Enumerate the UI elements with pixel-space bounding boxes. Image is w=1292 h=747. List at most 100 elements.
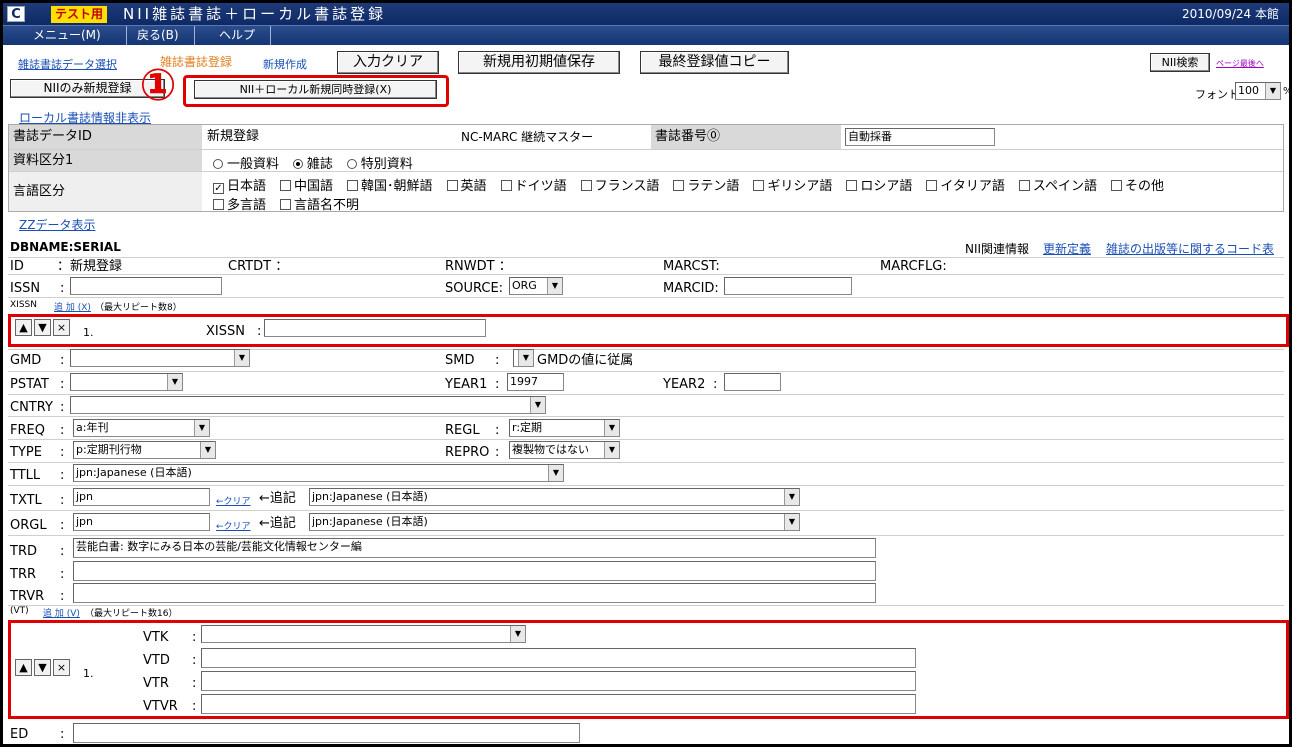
language-option[interactable]: 言語名不明 xyxy=(280,196,359,215)
bib-no-field[interactable]: 自動採番 xyxy=(845,128,995,146)
checkbox-icon[interactable] xyxy=(446,180,458,191)
code-table-link[interactable]: 雑誌の出版等に関するコード表 xyxy=(1106,240,1274,257)
trd-field[interactable]: 芸能白書: 数字にみる日本の芸能/芸能文化情報センター編 xyxy=(73,538,876,558)
type-label: TYPE xyxy=(10,445,42,460)
smd-select[interactable]: ▼ xyxy=(513,349,534,367)
vtk-select[interactable]: ▼ xyxy=(201,625,526,643)
language-option[interactable]: 英語 xyxy=(446,177,487,196)
radio-journal[interactable]: 雑誌 xyxy=(292,153,333,172)
checkbox-icon[interactable] xyxy=(280,180,292,191)
move-up-icon[interactable]: ▲ xyxy=(15,319,32,336)
issn-field[interactable] xyxy=(70,277,222,295)
language-option[interactable]: ギリシア語 xyxy=(753,177,832,196)
move-down-icon[interactable]: ▼ xyxy=(34,659,51,676)
radio-icon[interactable] xyxy=(346,159,357,169)
date-location: 2010/09/24 本館 xyxy=(1182,7,1279,21)
vt-add-link[interactable]: 追 加 (V) xyxy=(43,606,80,619)
language-option[interactable]: ラテン語 xyxy=(673,177,739,196)
language-option[interactable]: ✓ 日本語 xyxy=(213,177,266,196)
source-select[interactable]: ORG ▼ xyxy=(509,277,563,295)
move-up-icon[interactable]: ▲ xyxy=(15,659,32,676)
vtvr-field[interactable] xyxy=(201,694,916,714)
checkbox-icon[interactable] xyxy=(280,199,292,210)
highlight-box-xissn xyxy=(8,314,1289,347)
vtr-field[interactable] xyxy=(201,671,916,691)
menu-help[interactable]: ヘルプ xyxy=(215,26,271,45)
copy-last-button[interactable]: 最終登録値コピー xyxy=(640,51,789,74)
checkbox-icon[interactable] xyxy=(1110,180,1122,191)
colon: : xyxy=(60,445,65,460)
save-initial-button[interactable]: 新規用初期値保存 xyxy=(458,51,620,74)
orgl-clear-link[interactable]: ←クリア xyxy=(216,519,251,532)
link-new[interactable]: 新規作成 xyxy=(263,56,307,72)
id-value: ：新規登録 xyxy=(57,259,123,274)
menu-menu[interactable]: メニュー(M) xyxy=(29,26,127,45)
link-select-data[interactable]: 雑誌書誌データ選択 xyxy=(18,56,117,72)
cntry-select[interactable]: ▼ xyxy=(70,396,546,414)
move-down-icon[interactable]: ▼ xyxy=(34,319,51,336)
ttll-select[interactable]: jpn:Japanese (日本語) ▼ xyxy=(73,464,564,482)
language-option-label: 多言語 xyxy=(227,198,267,213)
radio-icon[interactable] xyxy=(213,159,223,169)
radio-general[interactable]: 一般資料 xyxy=(213,153,279,172)
checkbox-icon[interactable] xyxy=(926,180,938,191)
zz-data-link[interactable]: ZZデータ表示 xyxy=(19,216,95,233)
year2-field[interactable] xyxy=(724,373,781,391)
xissn-field[interactable] xyxy=(264,319,486,337)
language-option-label: ラテン語 xyxy=(687,179,740,194)
checkbox-icon[interactable] xyxy=(1018,180,1030,191)
nii-search-button[interactable]: NII検索 xyxy=(1150,53,1210,72)
language-option[interactable]: イタリア語 xyxy=(926,177,1005,196)
radio-special[interactable]: 特別資料 xyxy=(346,153,413,172)
xissn-add-link[interactable]: 追 加 (X) xyxy=(54,300,91,313)
orgl-select[interactable]: jpn:Japanese (日本語) ▼ xyxy=(309,513,800,531)
marc-type: NC-MARC 継続マスター xyxy=(461,130,594,144)
delete-icon[interactable]: × xyxy=(53,319,70,336)
pstat-select[interactable]: ▼ xyxy=(70,373,183,391)
gmd-select[interactable]: ▼ xyxy=(70,349,250,367)
language-option[interactable]: フランス語 xyxy=(580,177,659,196)
language-option[interactable]: ロシア語 xyxy=(846,177,912,196)
type-select[interactable]: p:定期刊行物 ▼ xyxy=(73,441,216,459)
language-option[interactable]: その他 xyxy=(1110,177,1164,196)
checkbox-icon[interactable]: ✓ xyxy=(213,183,224,194)
nii-local-register-button[interactable]: NII＋ローカル新規同時登録(X) xyxy=(194,80,437,99)
update-definition-link[interactable]: 更新定義 xyxy=(1043,240,1091,257)
year1-field[interactable]: 1997 xyxy=(507,373,564,391)
link-page-end[interactable]: ページ最後へ xyxy=(1216,58,1264,69)
checkbox-icon[interactable] xyxy=(213,199,224,210)
freq-select[interactable]: a:年刊 ▼ xyxy=(73,419,210,437)
checkbox-icon[interactable] xyxy=(500,180,512,191)
font-size-select[interactable]: 100 ▼ xyxy=(1235,82,1281,100)
checkbox-icon[interactable] xyxy=(673,180,685,191)
trvr-field[interactable] xyxy=(73,583,876,603)
language-option[interactable]: ドイツ語 xyxy=(500,177,567,196)
repro-select[interactable]: 複製物ではない ▼ xyxy=(509,441,620,459)
checkbox-icon[interactable] xyxy=(347,180,359,191)
radio-icon[interactable] xyxy=(292,159,303,169)
marcid-field[interactable] xyxy=(724,277,852,295)
clear-input-button[interactable]: 入力クリア xyxy=(337,51,439,74)
language-option[interactable]: 中国語 xyxy=(280,177,333,196)
colon: : xyxy=(60,518,65,533)
txtl-field[interactable]: jpn xyxy=(73,488,210,506)
menu-back[interactable]: 戻る(B) xyxy=(133,26,195,45)
vtd-field[interactable] xyxy=(201,648,916,668)
colon: : xyxy=(60,544,65,559)
orgl-field[interactable]: jpn xyxy=(73,513,210,531)
checkbox-icon[interactable] xyxy=(580,180,592,191)
language-option[interactable]: 韓国･朝鮮語 xyxy=(347,177,433,196)
txtl-select[interactable]: jpn:Japanese (日本語) ▼ xyxy=(309,488,800,506)
regl-select[interactable]: r:定期 ▼ xyxy=(509,419,620,437)
language-option[interactable]: スペイン語 xyxy=(1018,177,1097,196)
txtl-clear-link[interactable]: ←クリア xyxy=(216,494,251,507)
colon: : xyxy=(495,353,500,368)
language-option[interactable]: 多言語 xyxy=(213,196,266,215)
ed-field[interactable] xyxy=(73,723,580,743)
delete-icon[interactable]: × xyxy=(53,659,70,676)
colon: : xyxy=(192,653,197,668)
checkbox-icon[interactable] xyxy=(846,180,858,191)
checkbox-icon[interactable] xyxy=(753,180,765,191)
trr-field[interactable] xyxy=(73,561,876,581)
colon: : xyxy=(60,493,65,508)
